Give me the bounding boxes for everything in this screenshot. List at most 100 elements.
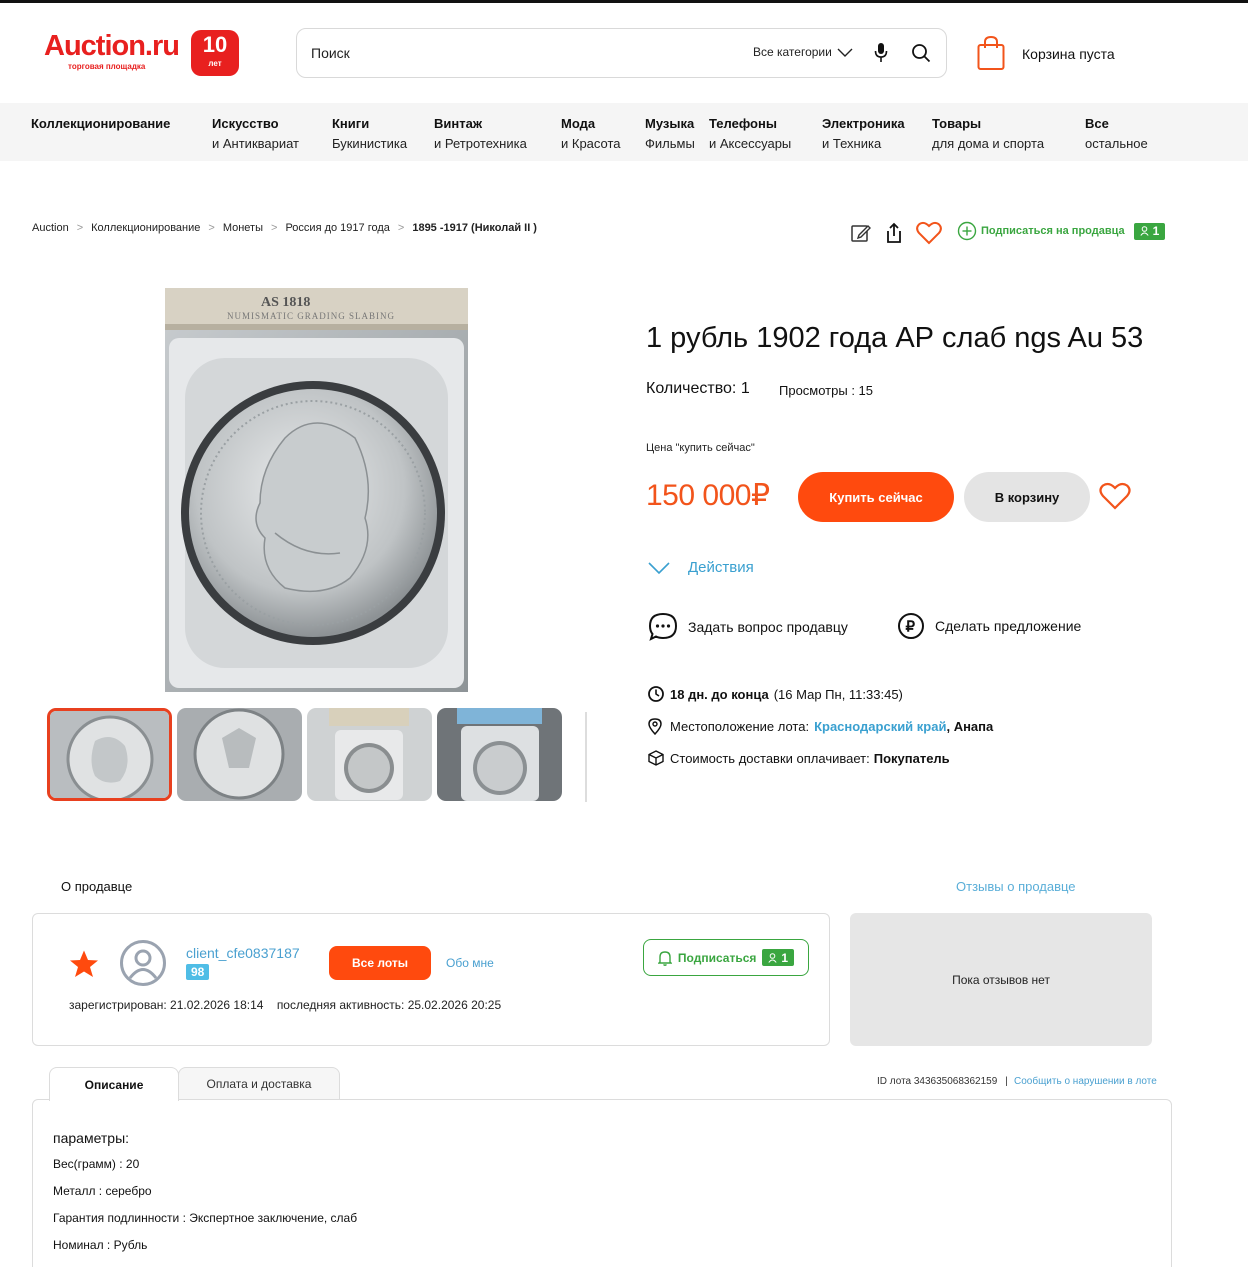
thumbnail[interactable]	[307, 708, 432, 801]
subscribers-count: 1	[781, 950, 789, 965]
chevron-down-icon[interactable]	[837, 44, 853, 60]
add-to-cart-button[interactable]: В корзину	[964, 472, 1090, 522]
description-line: Вес(грамм) : 20	[53, 1157, 140, 1171]
edit-icon[interactable]	[850, 222, 872, 244]
thumbnail-scroll-edge	[585, 712, 587, 802]
ask-seller-label: Задать вопрос продавцу	[688, 619, 848, 635]
breadcrumb-separator: >	[271, 222, 278, 234]
seller-name-link[interactable]: client_cfe0837187	[186, 945, 300, 961]
share-icon[interactable]	[884, 222, 904, 244]
actions-toggle[interactable]: Действия	[648, 559, 754, 576]
nav-item-other[interactable]: Все остальное	[1085, 114, 1148, 154]
nav-item-phones[interactable]: Телефоны и Аксессуары	[709, 114, 791, 154]
microphone-icon[interactable]	[874, 42, 888, 64]
thumbnail[interactable]	[47, 708, 172, 801]
slab-label: AS 1818	[261, 295, 310, 310]
thumbnail-image	[437, 708, 562, 801]
thumbnail-image	[307, 708, 432, 801]
make-offer-label: Сделать предложение	[935, 618, 1082, 634]
location-region-link[interactable]: Краснодарский край	[814, 719, 946, 734]
lot-tools	[850, 221, 942, 245]
chevron-down-icon	[648, 561, 670, 574]
photo-thumbnails	[47, 708, 562, 801]
breadcrumb-item[interactable]: Auction	[32, 222, 69, 234]
top-border	[0, 0, 1248, 3]
favorite-heart-icon[interactable]	[1099, 482, 1131, 510]
cart-status[interactable]: Корзина пуста	[1022, 46, 1115, 62]
bell-icon	[657, 950, 672, 966]
time-left: 18 дн. до конца	[670, 686, 769, 702]
plus-circle-icon	[957, 221, 977, 241]
nav-item-electronics[interactable]: Электроника и Техника	[822, 114, 905, 154]
user-avatar-icon	[128, 949, 158, 979]
about-me-link[interactable]: Обо мне	[446, 956, 494, 970]
package-icon	[648, 750, 664, 766]
thumbnail-image	[177, 708, 302, 801]
slab-sublabel: NUMISMATIC GRADING SLABING	[227, 311, 395, 321]
description-panel: параметры: Вес(грамм) : 20 Металл : сере…	[32, 1099, 1172, 1267]
seller-activity: зарегистрирован: 21.02.2026 18:14 послед…	[69, 998, 501, 1012]
location-pin-icon	[648, 718, 662, 735]
category-select[interactable]: Все категории	[753, 45, 832, 59]
user-icon	[768, 952, 777, 963]
location-label: Местоположение лота:	[670, 719, 810, 734]
subscribers-count: 1	[1152, 224, 1160, 238]
seller-card: client_cfe0837187 98 Все лоты Обо мне По…	[32, 913, 830, 1046]
nav-item-art[interactable]: Искусство и Антиквариат	[212, 114, 299, 154]
star-icon	[70, 950, 98, 977]
ask-seller-link[interactable]: Задать вопрос продавцу	[648, 612, 848, 642]
nav-item-vintage[interactable]: Винтаж и Ретротехника	[434, 114, 527, 154]
lot-title: 1 рубль 1902 года АР слаб ngs Au 53	[646, 322, 1144, 354]
search-icon[interactable]	[911, 43, 931, 63]
buy-now-button[interactable]: Купить сейчас	[798, 472, 954, 522]
chat-bubble-icon	[648, 612, 678, 641]
breadcrumb: Auction > Коллекционирование > Монеты > Рос…	[32, 222, 545, 234]
seller-reviews-link[interactable]: Отзывы о продавце	[956, 879, 1076, 894]
report-violation-link[interactable]: Сообщить о нарушении в лоте	[1014, 1076, 1157, 1087]
tab-description-label: Описание	[84, 1077, 144, 1092]
breadcrumb-separator: >	[208, 222, 215, 234]
end-date: (16 Мар Пн, 11:33:45)	[773, 686, 903, 702]
subscribe-button[interactable]: Подписаться 1	[643, 939, 809, 976]
thumbnail[interactable]	[437, 708, 562, 801]
breadcrumb-current: 1895 -1917 (Николай II )	[412, 222, 537, 234]
tab-description[interactable]: Описание	[49, 1067, 179, 1101]
nav-item-fashion[interactable]: Мода и Красота	[561, 114, 621, 154]
badge-number: 10	[202, 32, 228, 57]
anniversary-badge: 10 лет	[191, 30, 239, 76]
nav-item-home-sport[interactable]: Товары для дома и спорта	[932, 114, 1044, 154]
shipping-payer: Покупатель	[873, 750, 950, 766]
last-active-date: последняя активность: 25.02.2026 20:25	[276, 998, 502, 1012]
location-city: , Анапа	[946, 719, 994, 734]
subscribe-seller-link[interactable]: Подписаться на продавца 1	[957, 221, 1166, 241]
nav-item-music[interactable]: Музыка Фильмы	[645, 114, 695, 154]
all-lots-button[interactable]: Все лоты	[329, 946, 431, 980]
heart-icon[interactable]	[916, 221, 942, 245]
description-line: Гарантия подлинности : Экспертное заключ…	[53, 1211, 358, 1225]
breadcrumb-item[interactable]: Россия до 1917 года	[285, 222, 389, 234]
breadcrumb-separator: >	[397, 222, 405, 234]
main-lot-photo[interactable]: AS 1818 NUMISMATIC GRADING SLABING	[165, 288, 468, 692]
user-icon	[1140, 226, 1149, 236]
nav-item-books[interactable]: Книги Букинистика	[332, 114, 407, 154]
shipping-row: Стоимость доставки оплачивает: Покупател…	[648, 750, 950, 766]
lot-views: Просмотры : 15	[779, 383, 874, 398]
buy-now-price-label: Цена "купить сейчас"	[646, 442, 755, 454]
avatar[interactable]	[120, 940, 166, 986]
lot-id: ID лота 343635068362159 |	[877, 1076, 1008, 1087]
nav-item-collecting[interactable]: Коллекционирование	[31, 114, 170, 134]
tab-payment-label: Оплата и доставка	[206, 1077, 312, 1091]
shopping-bag-icon[interactable]	[976, 35, 1006, 71]
logo[interactable]: Auction.ru	[44, 31, 180, 61]
breadcrumb-item[interactable]: Коллекционирование	[91, 222, 200, 234]
coin-photo-image: AS 1818 NUMISMATIC GRADING SLABING	[165, 288, 468, 692]
category-nav: Коллекционирование Искусство и Антиквариа…	[0, 103, 1248, 161]
make-offer-link[interactable]: ₽ Сделать предложение	[897, 612, 1081, 640]
breadcrumb-item[interactable]: Монеты	[223, 222, 263, 234]
thumbnail-image	[50, 711, 169, 798]
shipping-label: Стоимость доставки оплачивает:	[670, 750, 870, 766]
thumbnail[interactable]	[177, 708, 302, 801]
seller-rating-badge: 98	[186, 964, 210, 980]
search-input[interactable]	[311, 41, 711, 65]
tab-payment-delivery[interactable]: Оплата и доставка	[178, 1067, 340, 1100]
